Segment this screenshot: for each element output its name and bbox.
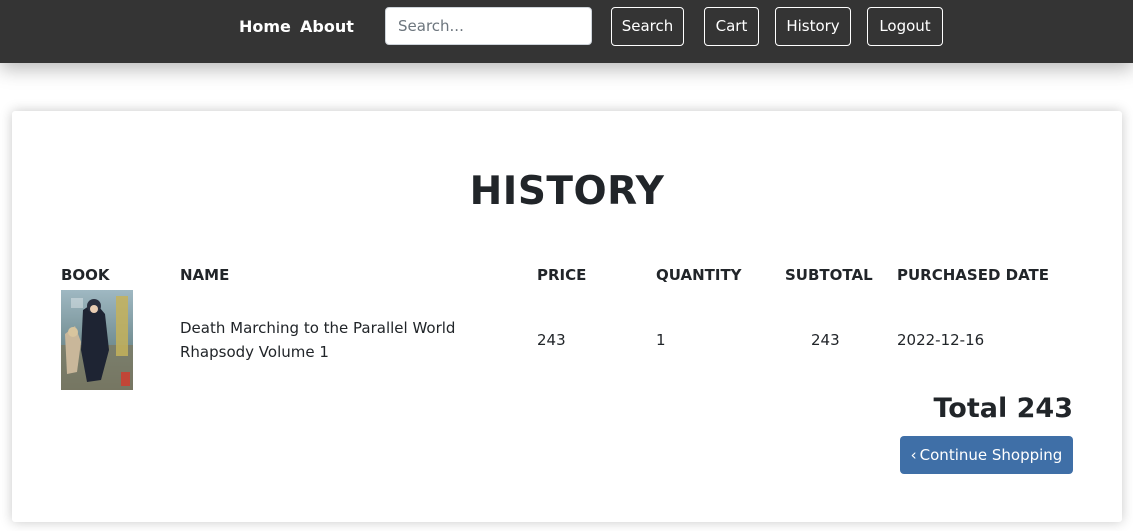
column-header-name: NAME xyxy=(180,266,230,284)
book-quantity: 1 xyxy=(656,331,666,349)
continue-shopping-label: Continue Shopping xyxy=(919,446,1063,464)
chevron-left-icon: ‹ xyxy=(910,446,917,464)
column-header-subtotal: SUBTOTAL xyxy=(785,266,873,284)
search-button[interactable]: Search xyxy=(611,7,684,46)
book-purchased-date: 2022-12-16 xyxy=(897,331,985,349)
continue-shopping-button[interactable]: ‹ Continue Shopping xyxy=(900,436,1073,474)
nav-link-home[interactable]: Home xyxy=(239,17,291,37)
search-input[interactable] xyxy=(385,7,592,45)
column-header-purchased-date: PURCHASED DATE xyxy=(897,266,1049,284)
book-subtotal: 243 xyxy=(811,331,840,349)
column-header-book: BOOK xyxy=(61,266,110,284)
book-price: 243 xyxy=(537,331,566,349)
book-cover-image xyxy=(61,290,133,390)
navbar: Home About Search Cart History Logout xyxy=(0,0,1133,63)
nav-link-about[interactable]: About xyxy=(300,17,354,37)
column-header-price: PRICE xyxy=(537,266,587,284)
history-button[interactable]: History xyxy=(775,7,851,46)
book-name: Death Marching to the Parallel World Rha… xyxy=(180,319,456,361)
column-header-quantity: QUANTITY xyxy=(656,266,742,284)
history-card: HISTORY BOOK NAME PRICE QUANTITY SUBTOTA… xyxy=(12,111,1122,522)
cart-button[interactable]: Cart xyxy=(704,7,759,46)
order-total: Total 243 xyxy=(933,393,1073,424)
logout-button[interactable]: Logout xyxy=(867,7,943,46)
page-title: HISTORY xyxy=(469,169,665,214)
